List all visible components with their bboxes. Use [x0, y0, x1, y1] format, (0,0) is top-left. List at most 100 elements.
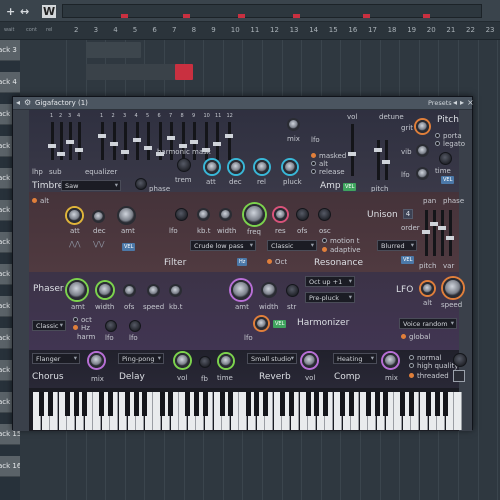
phaser-oct-radio[interactable] — [73, 317, 78, 322]
phaser-speed-knob[interactable] — [147, 284, 160, 297]
reverb-type-dropdown[interactable]: Small studio — [247, 353, 297, 364]
piano-black-key[interactable] — [262, 392, 268, 416]
piano-black-key[interactable] — [245, 392, 251, 416]
phaser-kbt-knob[interactable] — [169, 284, 182, 297]
att-knob[interactable] — [205, 160, 219, 174]
filter-res-knob[interactable] — [274, 208, 287, 221]
vol-slider[interactable] — [348, 124, 356, 176]
lfo-speed-knob[interactable] — [443, 278, 463, 298]
phaser-ofs-knob[interactable] — [123, 284, 136, 297]
piano-black-key[interactable] — [185, 392, 191, 416]
reverb-vol-knob[interactable] — [302, 353, 317, 368]
filter-type-dropdown[interactable]: Crude low pass — [190, 240, 256, 251]
filter-dec-knob[interactable] — [92, 210, 105, 223]
grit-knob[interactable] — [416, 120, 429, 133]
filter-alt-radio[interactable] — [32, 198, 37, 203]
piano-black-key[interactable] — [305, 392, 311, 416]
playlist-clip[interactable] — [86, 64, 186, 80]
amp-release-radio[interactable] — [311, 169, 316, 174]
piano-black-key[interactable] — [279, 392, 285, 416]
filter-vel-badge[interactable]: VEL — [122, 243, 136, 251]
piano-black-key[interactable] — [365, 392, 371, 416]
gigafactory-plugin-window[interactable]: ◂ ⚙ Gigafactory (1) Presets ◂ ▸ × 123412… — [12, 96, 474, 431]
piano-black-key[interactable] — [107, 392, 113, 416]
filter-freq-knob[interactable] — [244, 204, 265, 225]
filter-lfo-knob[interactable] — [175, 208, 188, 221]
filter-amt-knob[interactable] — [117, 206, 136, 225]
unison-slider[interactable] — [430, 210, 438, 256]
piano-black-key[interactable] — [400, 392, 406, 416]
phaser-hz-radio[interactable] — [73, 325, 78, 330]
filter-width-knob[interactable] — [219, 208, 232, 221]
filter-hz-badge[interactable]: Hz — [237, 258, 248, 266]
wave-shape-icon[interactable]: ⋁⋁ — [93, 240, 104, 248]
unison-slider[interactable] — [438, 210, 446, 256]
pitch-vel-badge[interactable]: VEL — [441, 176, 455, 184]
chorus-type-dropdown[interactable]: Flanger — [32, 353, 80, 364]
filter-att-knob[interactable] — [67, 208, 82, 223]
piano-black-key[interactable] — [288, 392, 294, 416]
wave-tool-icon[interactable]: W — [42, 5, 57, 18]
menu-icon[interactable]: ◂ — [16, 98, 20, 107]
harmonic-slider[interactable] — [48, 122, 56, 160]
delay-vol-knob[interactable] — [175, 353, 190, 368]
keyboard-toggle-icon[interactable] — [453, 370, 465, 382]
pitch-lfo-knob[interactable] — [416, 167, 429, 180]
piano-black-key[interactable] — [254, 392, 260, 416]
dec-knob[interactable] — [229, 160, 243, 174]
piano-white-key[interactable] — [454, 392, 463, 430]
filter-ofs-knob[interactable] — [296, 208, 309, 221]
phaser-amt-knob[interactable] — [67, 280, 87, 300]
close-icon[interactable]: × — [467, 98, 474, 107]
piano-black-key[interactable] — [99, 392, 105, 416]
harm-interval-dropdown[interactable]: Oct up +1 — [305, 276, 355, 287]
phaser-lfo2-knob[interactable] — [129, 320, 141, 332]
add-icon[interactable]: + — [6, 5, 15, 18]
filter-osc-knob[interactable] — [318, 208, 331, 221]
piano-black-key[interactable] — [314, 392, 320, 416]
harm-width-knob[interactable] — [261, 282, 277, 298]
track-header[interactable]: ack 3 — [0, 40, 20, 61]
delay-fb-knob[interactable] — [199, 356, 211, 368]
motion-radio[interactable] — [322, 238, 327, 243]
trem-knob[interactable] — [177, 158, 191, 172]
pitch-slider-b[interactable] — [382, 140, 390, 180]
presets-label[interactable]: Presets — [428, 99, 452, 107]
track-header[interactable]: ack 4 — [0, 72, 20, 93]
phaser-lfo-knob[interactable] — [105, 320, 117, 332]
unison-slider[interactable] — [422, 210, 430, 256]
piano-black-key[interactable] — [426, 392, 432, 416]
unison-order-value[interactable]: 4 — [403, 209, 413, 219]
filter-kbt-knob[interactable] — [197, 208, 210, 221]
piano-black-key[interactable] — [39, 392, 45, 416]
track-header[interactable]: ack 16 — [0, 456, 20, 477]
harmonic-slider[interactable] — [75, 122, 83, 160]
gear-icon[interactable]: ⚙ — [24, 98, 31, 107]
harmonic-slider[interactable] — [57, 122, 65, 160]
harm-lfo-knob[interactable] — [255, 317, 268, 330]
time-knob[interactable] — [439, 152, 452, 165]
playlist-clip[interactable] — [86, 42, 141, 58]
quality-threaded-radio[interactable] — [409, 373, 414, 378]
piano-black-key[interactable] — [202, 392, 208, 416]
piano-black-key[interactable] — [348, 392, 354, 416]
piano-black-key[interactable] — [322, 392, 328, 416]
phase-knob[interactable] — [135, 178, 147, 190]
delay-time-knob[interactable] — [219, 354, 233, 368]
harm-amt-knob[interactable] — [231, 280, 251, 300]
harmonic-slider[interactable] — [109, 122, 118, 160]
comp-mix-knob[interactable] — [383, 353, 398, 368]
help-icon[interactable] — [453, 353, 467, 367]
piano-black-key[interactable] — [434, 392, 440, 416]
wave-shape-icon[interactable]: ⋀⋀ — [69, 240, 80, 248]
amp-masked-radio[interactable] — [311, 153, 316, 158]
resonance-type-dropdown[interactable]: Classic — [267, 240, 317, 251]
mix-knob[interactable] — [287, 118, 300, 131]
piano-black-key[interactable] — [383, 392, 389, 416]
piano-black-key[interactable] — [168, 392, 174, 416]
piano-black-key[interactable] — [82, 392, 88, 416]
pluck-knob[interactable] — [283, 160, 297, 174]
phaser-mode-dropdown[interactable]: Classic — [32, 320, 66, 331]
lfo-mode-dropdown[interactable]: Voice random — [399, 318, 457, 329]
lfo-alt-knob[interactable] — [421, 282, 434, 295]
